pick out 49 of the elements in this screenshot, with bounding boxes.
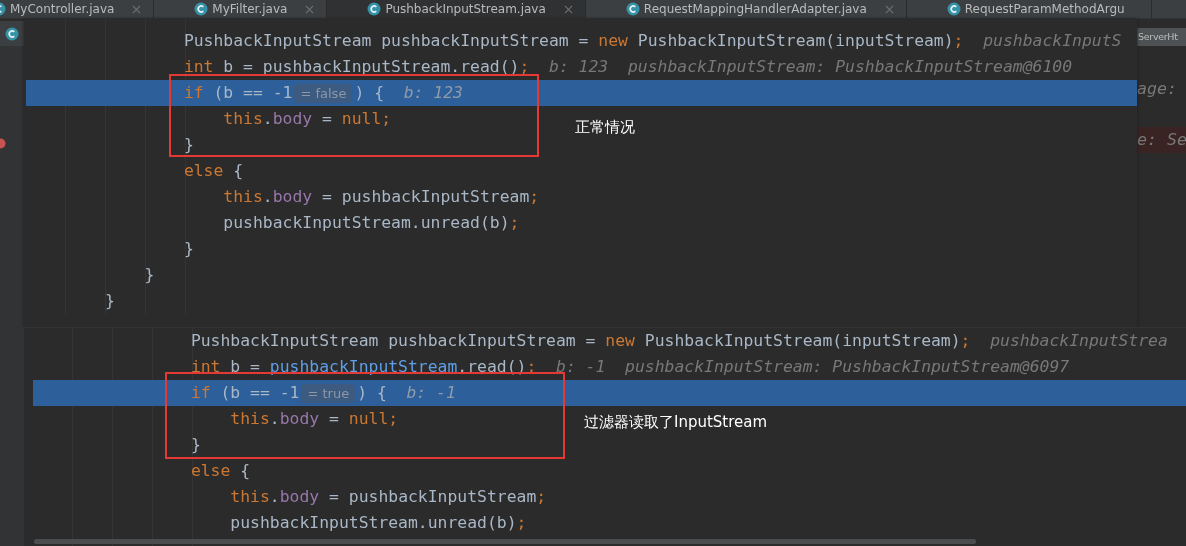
code-text: this.body = null; [230,408,399,430]
annotation-label: 正常情况 [575,118,635,137]
code-text: ) { [357,382,387,404]
code-text: this.body = pushbackInputStream; [223,186,540,208]
class-icon [367,2,382,16]
code-text: } [104,290,115,312]
editor-tab[interactable]: ServerHt [1137,28,1186,46]
inline-debug-hint: b: -1 [406,382,456,404]
close-icon[interactable] [305,4,315,14]
class-icon [946,2,961,16]
code-text: this.body = null; [223,108,392,130]
editor-tab[interactable]: MyFilter.java [154,0,328,18]
editor-tab[interactable]: RequestParamMethodArgu [906,0,1152,18]
class-icon [625,2,640,16]
code-text: int b = pushbackInputStream.read(); [183,56,530,78]
scrollbar[interactable] [34,539,976,544]
editor-tab[interactable]: RequestMappingHandlerAdapter.java [585,0,907,18]
close-icon[interactable] [884,4,894,14]
class-icon [194,2,209,16]
code-text: } [144,264,155,286]
editor-tab[interactable] [0,21,24,46]
code-text: PushbackInputStream pushbackInputStream = new PushbackInputStream(inputStream); [183,30,964,52]
inline-debug-hint: b: 123 pushbackInputStream: PushbackInputStream@6100 [549,56,1073,78]
close-icon[interactable] [563,4,573,14]
editor-tab[interactable]: PushbackInputStream.java [327,0,586,18]
code-text: ) { [354,82,384,104]
code-text: PushbackInputStream pushbackInputStream = new PushbackInputStream(inputStream); [190,330,971,352]
code-text: if (b == -1 [190,382,300,404]
inline-debug-hint: age: [1137,79,1177,98]
class-icon [5,26,19,41]
inline-debug-hint: pushbackInputStrea [990,330,1168,352]
code-text: if (b == -1 [183,82,293,104]
inline-debug-hint: b: -1 pushbackInputStream: PushbackInputStream@6097 [556,356,1070,378]
inline-value-badge: = false [294,83,353,103]
annotation-label: 过滤器读取了InputStream [584,413,768,432]
close-icon[interactable] [132,4,142,14]
code-text: this.body = pushbackInputStream; [230,486,547,508]
inline-debug-hint: pushbackInputS [983,30,1122,52]
editor-tab[interactable]: MyController.java [0,0,155,18]
code-text: pushbackInputStream.unread(b); [230,512,527,534]
code-text: } [183,134,194,156]
code-text: } [183,238,194,260]
code-text: else { [183,160,244,182]
inline-value-badge: = true [301,383,356,403]
code-text: else { [190,460,251,482]
code-text: pushbackInputStream.unread(b); [223,212,520,234]
inline-debug-hint: e: Se [1137,130,1186,149]
code-text: } [190,434,201,456]
inline-debug-hint: b: 123 [403,82,463,104]
